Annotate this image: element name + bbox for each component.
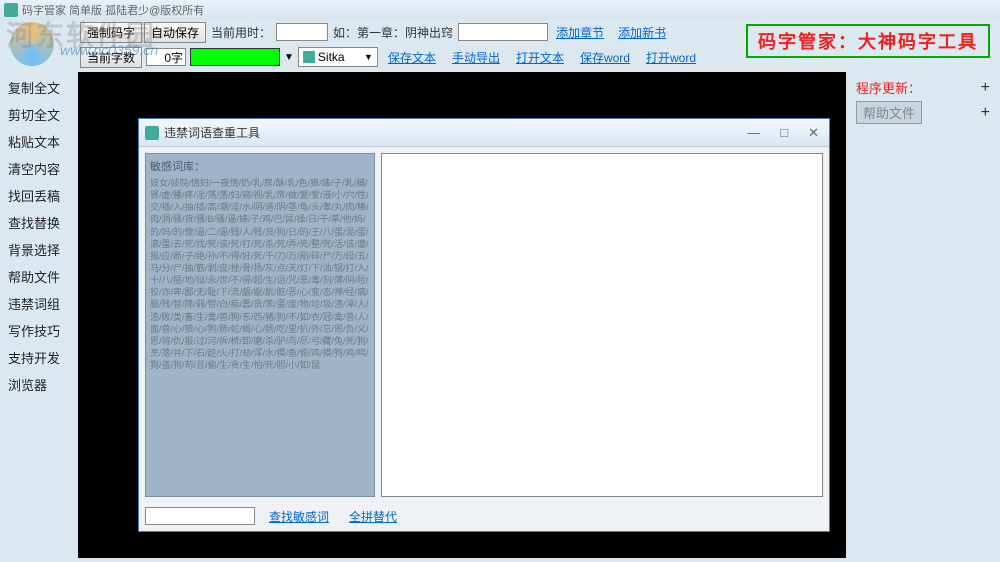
update-expand-icon[interactable]: + (977, 79, 994, 97)
sidebar-help[interactable]: 帮助文件 (0, 263, 76, 290)
help-expand-icon[interactable]: + (977, 104, 994, 122)
font-select[interactable]: Sitka ▼ (298, 47, 378, 67)
open-text-link[interactable]: 打开文本 (510, 49, 570, 66)
manual-export-link[interactable]: 手动导出 (446, 49, 506, 66)
dialog-icon (145, 126, 159, 140)
main-titlebar: 码字管家 简单版 孤陆君少@版权所有 (0, 0, 1000, 20)
sidebar: 复制全文 剪切全文 粘贴文本 清空内容 找回丢稿 查找替换 背景选择 帮助文件 … (0, 70, 76, 562)
sidebar-browser[interactable]: 浏览器 (0, 371, 76, 398)
chapter-input[interactable] (458, 23, 548, 41)
force-type-button[interactable]: 强制码字 (80, 22, 142, 43)
word-library-panel[interactable]: 敏感词库： 妓女/妓院/情妇/一夜情/奶/乳/房/酥/乳/色/狼/婊/子/乳/脯… (145, 153, 375, 497)
update-label: 程序更新： (856, 78, 921, 97)
color-indicator[interactable] (190, 48, 280, 66)
right-panel: 程序更新： + 帮助文件 + (850, 70, 1000, 562)
save-text-link[interactable]: 保存文本 (382, 49, 442, 66)
wordlib-header: 敏感词库： (150, 158, 370, 174)
dialog-titlebar[interactable]: 违禁词语查重工具 — □ ✕ (139, 119, 829, 147)
result-textarea[interactable] (381, 153, 823, 497)
help-label[interactable]: 帮助文件 (856, 101, 922, 124)
word-count-button[interactable]: 当前字数 (80, 47, 142, 68)
time-label: 当前用时： (208, 24, 274, 41)
dialog-body: 敏感词库： 妓女/妓院/情妇/一夜情/奶/乳/房/酥/乳/色/狼/婊/子/乳/脯… (139, 147, 829, 503)
sidebar-find-replace[interactable]: 查找替换 (0, 209, 76, 236)
sidebar-background[interactable]: 背景选择 (0, 236, 76, 263)
sidebar-writing-tips[interactable]: 写作技巧 (0, 317, 76, 344)
example-text: 如：第一章：阴神出窍 (330, 24, 456, 41)
sidebar-recover[interactable]: 找回丢稿 (0, 182, 76, 209)
open-word-link[interactable]: 打开word (640, 49, 702, 66)
sidebar-copy-all[interactable]: 复制全文 (0, 74, 76, 101)
banner-title: 码字管家：大神码字工具 (746, 24, 990, 58)
replace-all-button[interactable]: 全拼替代 (343, 508, 403, 525)
autosave-button[interactable]: 自动保存 (144, 22, 206, 43)
add-chapter-link[interactable]: 添加章节 (550, 24, 610, 41)
sidebar-cut-all[interactable]: 剪切全文 (0, 101, 76, 128)
minimize-icon[interactable]: — (743, 125, 764, 141)
time-input[interactable] (276, 23, 328, 41)
app-title: 码字管家 简单版 孤陆君少@版权所有 (22, 2, 204, 18)
forbidden-word-dialog: 违禁词语查重工具 — □ ✕ 敏感词库： 妓女/妓院/情妇/一夜情/奶/乳/房/… (138, 118, 830, 532)
maximize-icon[interactable]: □ (776, 125, 792, 141)
search-sensitive-button[interactable]: 查找敏感词 (263, 508, 335, 525)
word-count-value (146, 48, 186, 66)
add-book-link[interactable]: 添加新书 (612, 24, 672, 41)
font-icon (303, 51, 315, 63)
save-word-link[interactable]: 保存word (574, 49, 636, 66)
sidebar-forbidden-words[interactable]: 违禁词组 (0, 290, 76, 317)
sidebar-clear[interactable]: 清空内容 (0, 155, 76, 182)
close-icon[interactable]: ✕ (804, 125, 823, 141)
dialog-title-text: 违禁词语查重工具 (164, 124, 260, 141)
sidebar-paste[interactable]: 粘贴文本 (0, 128, 76, 155)
wordlib-content: 妓女/妓院/情妇/一夜情/奶/乳/房/酥/乳/色/狼/婊/子/乳/脯/肾/虚/腰… (150, 177, 370, 371)
sidebar-support[interactable]: 支持开发 (0, 344, 76, 371)
app-icon (4, 3, 18, 17)
search-word-input[interactable] (145, 507, 255, 525)
dialog-bottom-bar: 查找敏感词 全拼替代 (139, 503, 829, 529)
